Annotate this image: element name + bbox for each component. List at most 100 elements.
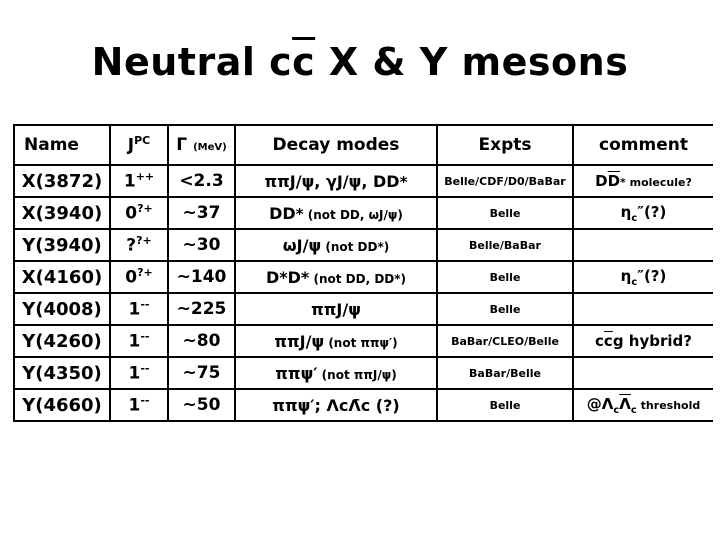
decay-main: ππψ′ (275, 363, 318, 383)
cell-decay-modes: ππψ′; ΛcΛ̄c (?) (234, 388, 438, 422)
cell-decay-modes: DD* (not DD, ωJ/ψ) (234, 196, 438, 230)
cell-comment: DD* molecule? (572, 164, 713, 198)
cell-name: X(3872) (13, 164, 111, 198)
cell-width: ~80 (167, 324, 236, 358)
column-header-decay-modes: Decay modes (234, 124, 438, 166)
table-body: X(3872) 1++ <2.3 ππJ/ψ, γJ/ψ, DD* Belle/CDF/… (13, 164, 713, 422)
table-row: Y(4008) 1-- ~225 ππJ/ψ Belle (13, 292, 713, 326)
jpc-base: 0 (125, 203, 138, 224)
comment-symbol: η (620, 202, 632, 221)
decay-main: ωJ/ψ (282, 235, 322, 255)
cell-jpc: 0?+ (109, 260, 169, 294)
decay-note: (not ππψ′) (324, 335, 398, 350)
table-row: Y(4260) 1-- ~80 ππJ/ψ (not ππψ′) BaBar/CLEO/… (13, 324, 713, 358)
decay-main: D*D* (266, 267, 310, 287)
jpc-superscript: ++ (135, 170, 155, 184)
cell-jpc: 1-- (109, 356, 169, 390)
jpc-superscript: -- (140, 298, 150, 312)
cell-width: ~50 (167, 388, 236, 422)
cell-width: ~30 (167, 228, 236, 262)
decay-main: DD (269, 203, 296, 223)
jpc-base: 1 (128, 331, 141, 352)
gamma-unit: (MeV) (193, 142, 227, 153)
decay-note: (not ππJ/ψ) (317, 367, 397, 382)
cell-name: Y(3940) (13, 228, 111, 262)
jpc-base: 1 (123, 171, 136, 192)
comment-pre: c (595, 332, 604, 350)
jpc-superscript: -- (140, 330, 150, 344)
table-row: X(3872) 1++ <2.3 ππJ/ψ, γJ/ψ, DD* Belle/CDF/… (13, 164, 713, 198)
meson-table: Name JPC Γ (MeV) Decay modes Expts comme… (13, 124, 713, 422)
title-cbar: c (292, 40, 316, 84)
decay-main: ππJ/ψ, γJ/ψ, DD (264, 171, 400, 191)
cell-decay-modes: ππJ/ψ, γJ/ψ, DD* (234, 164, 438, 198)
column-header-width: Γ (MeV) (167, 124, 236, 166)
table-header: Name JPC Γ (MeV) Decay modes Expts comme… (13, 124, 713, 166)
comment-overline: D (607, 172, 621, 190)
decay-note: (not DD, ωJ/ψ) (303, 207, 403, 222)
slide: Neutral cc X & Y mesons Name JPC Γ (MeV)… (0, 0, 720, 540)
table-row: Y(4350) 1-- ~75 ππψ′ (not ππJ/ψ) BaBar/Belle (13, 356, 713, 390)
jpc-base: ? (126, 235, 137, 256)
cell-name: Y(4660) (13, 388, 111, 422)
cell-comment: ηc″(?) (572, 196, 713, 230)
cell-expts: BaBar/Belle (436, 356, 574, 390)
cell-expts: Belle (436, 292, 574, 326)
cell-comment (572, 228, 713, 262)
comment-overline: c (603, 332, 613, 350)
cell-expts: BaBar/CLEO/Belle (436, 324, 574, 358)
comment-overline: Λ (619, 394, 631, 413)
jpc-superscript: -- (140, 362, 150, 376)
page-title: Neutral cc X & Y mesons (0, 40, 720, 84)
comment-tail: threshold (636, 398, 701, 412)
title-post: X & Y mesons (315, 40, 629, 84)
comment-post: * molecule? (620, 176, 692, 189)
cell-width: <2.3 (167, 164, 236, 198)
cell-decay-modes: ωJ/ψ (not DD*) (234, 228, 438, 262)
cell-decay-modes: ππJ/ψ (234, 292, 438, 326)
jpc-base: 1 (128, 299, 141, 320)
comment-pre: D (595, 172, 608, 190)
cell-name: Y(4350) (13, 356, 111, 390)
table-row: X(3940) 0?+ ~37 DD* (not DD, ωJ/ψ) Belle ηc″(… (13, 196, 713, 230)
decay-star: * (295, 204, 304, 223)
jpc-base: 1 (128, 395, 141, 416)
cell-decay-modes: ππψ′ (not ππJ/ψ) (234, 356, 438, 390)
cell-name: X(3940) (13, 196, 111, 230)
meson-table-container: Name JPC Γ (MeV) Decay modes Expts comme… (13, 124, 713, 422)
cell-expts: Belle/CDF/D0/BaBar (436, 164, 574, 198)
cell-expts: Belle (436, 388, 574, 422)
column-header-name: Name (13, 124, 111, 166)
cell-jpc: ??+ (109, 228, 169, 262)
comment-tail: ″(?) (637, 266, 667, 285)
cell-comment (572, 292, 713, 326)
gamma-symbol: Γ (176, 135, 188, 155)
header-row: Name JPC Γ (MeV) Decay modes Expts comme… (13, 124, 713, 166)
column-header-expts: Expts (436, 124, 574, 166)
cell-jpc: 1-- (109, 388, 169, 422)
decay-main: ππJ/ψ (274, 331, 325, 351)
comment-tail: ″(?) (637, 202, 667, 221)
cell-name: Y(4260) (13, 324, 111, 358)
jpc-superscript: -- (140, 394, 150, 408)
cell-width: ~140 (167, 260, 236, 294)
cell-width: ~75 (167, 356, 236, 390)
decay-star: * (399, 172, 408, 191)
jpc-superscript: ?+ (137, 266, 153, 280)
decay-note: (not DD, DD*) (309, 271, 406, 286)
comment-post: g hybrid? (612, 332, 692, 350)
cell-name: X(4160) (13, 260, 111, 294)
column-header-jpc: JPC (109, 124, 169, 166)
cell-jpc: 1-- (109, 324, 169, 358)
cell-expts: Belle (436, 196, 574, 230)
title-pre: Neutral c (91, 40, 293, 84)
cell-name: Y(4008) (13, 292, 111, 326)
cell-expts: Belle (436, 260, 574, 294)
comment-pre: @Λ (586, 394, 614, 413)
decay-main: ππJ/ψ (311, 299, 361, 319)
jpc-superscript: ?+ (137, 202, 153, 216)
jpc-superscript: ?+ (136, 234, 152, 248)
cell-comment: @ΛcΛc threshold (572, 388, 713, 422)
jpc-base: 0 (125, 267, 138, 288)
decay-main: ππψ′; ΛcΛ̄c (?) (272, 395, 400, 415)
